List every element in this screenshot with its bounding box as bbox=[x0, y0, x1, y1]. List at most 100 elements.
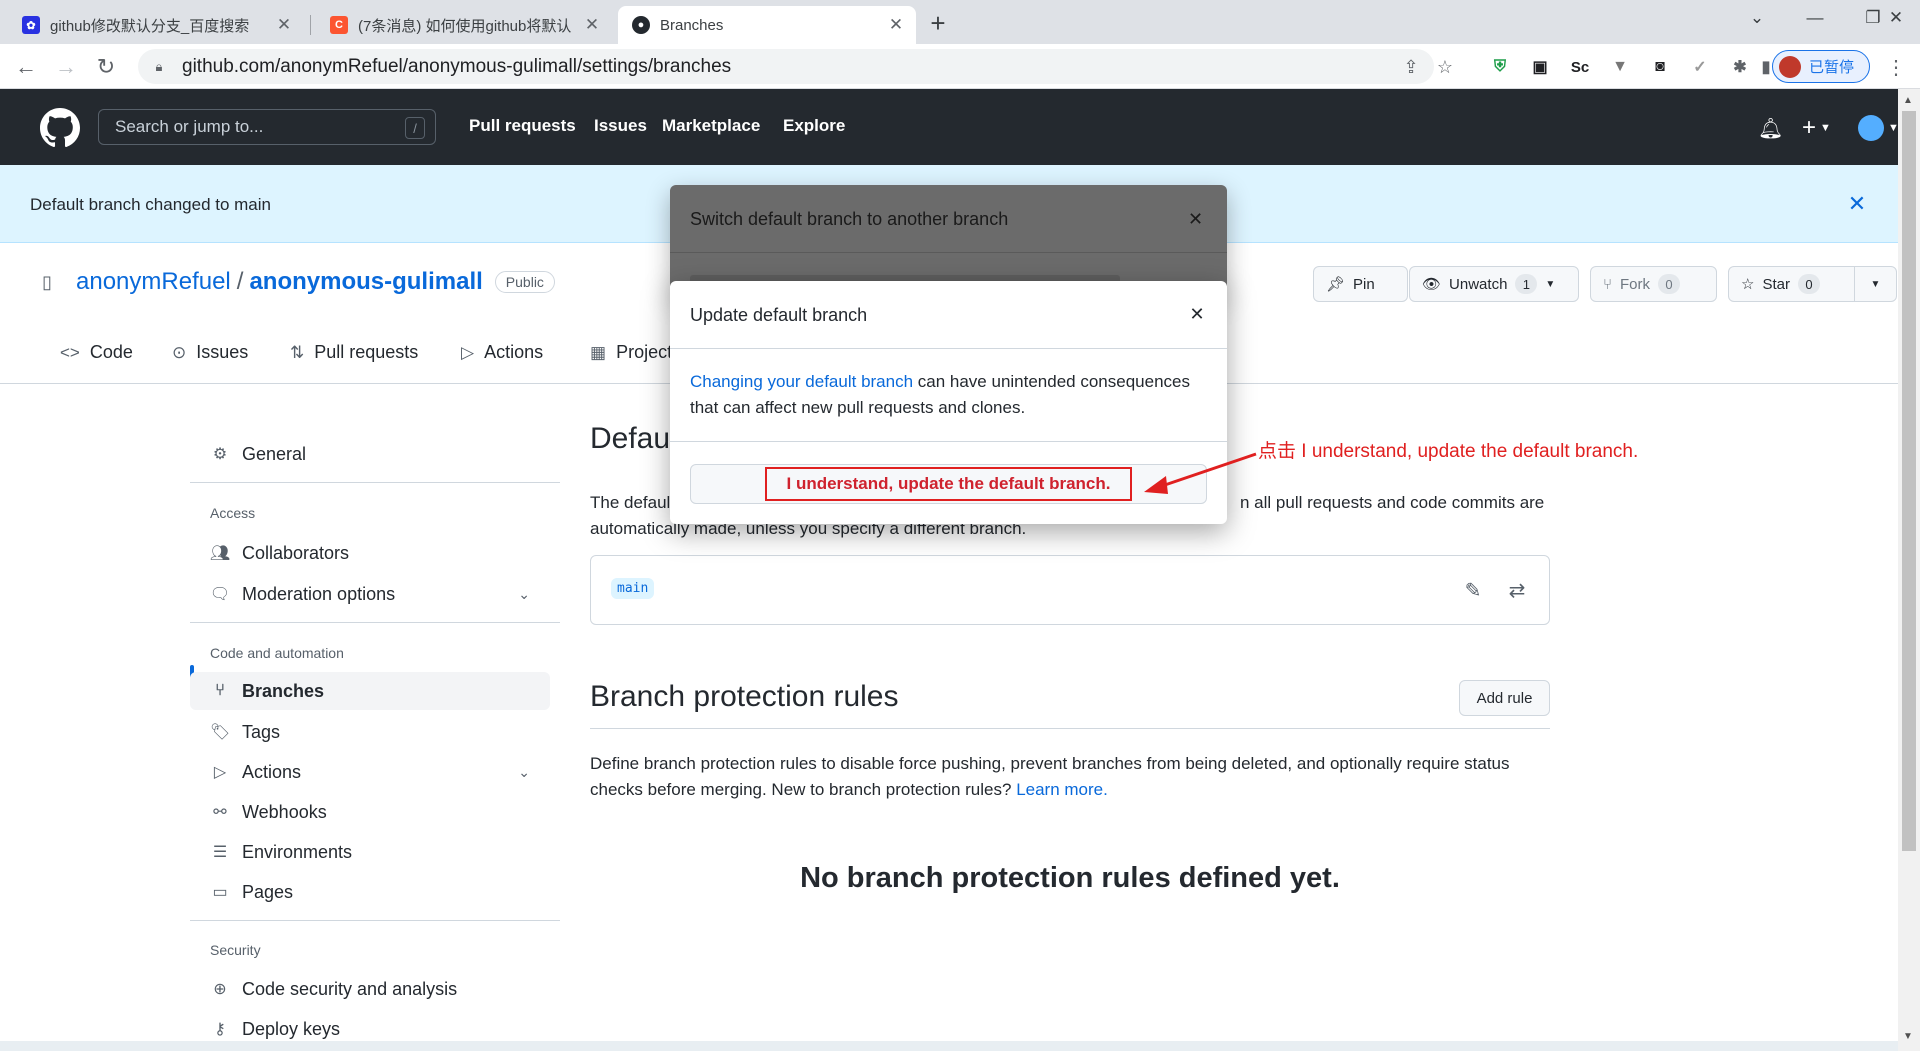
people-icon: 👥︎ bbox=[209, 545, 231, 562]
bookmark-star-icon[interactable]: ☆ bbox=[1434, 56, 1456, 78]
dialog-divider bbox=[670, 441, 1227, 442]
github-logo-icon[interactable] bbox=[40, 108, 80, 148]
notifications-bell-icon[interactable]: 🔔︎ bbox=[1758, 116, 1783, 140]
sc-extension-icon[interactable]: Sc bbox=[1568, 55, 1592, 79]
new-tab-icon[interactable]: + bbox=[924, 8, 952, 38]
git-branch-icon: ⑂ bbox=[215, 682, 225, 699]
learn-more-link[interactable]: Learn more. bbox=[1016, 780, 1108, 799]
repo-owner-link[interactable]: anonymRefuel bbox=[76, 268, 231, 296]
dialog-title: Switch default branch to another branch bbox=[690, 209, 1009, 229]
close-window-icon[interactable]: ✕ bbox=[1872, 0, 1920, 36]
shield-search-icon: ⊕ bbox=[213, 981, 227, 998]
unwatch-button[interactable]: 👁︎ Unwatch 1 ▼ bbox=[1409, 266, 1579, 302]
table-icon: ▦ bbox=[590, 342, 607, 362]
sidebar-heading-code: Code and automation bbox=[210, 645, 344, 661]
tab-label: Code bbox=[89, 342, 133, 362]
sidebar-item-actions[interactable]: ▷ Actions ⌄ bbox=[190, 753, 550, 791]
nav-pull-requests[interactable]: Pull requests bbox=[469, 116, 576, 136]
star-count: 0 bbox=[1797, 274, 1820, 294]
shield-extension-icon[interactable]: ⛨ bbox=[1488, 55, 1512, 79]
fork-button[interactable]: ⑂ Fork 0 bbox=[1590, 266, 1717, 302]
sidebar-item-general[interactable]: ⚙ General bbox=[190, 435, 550, 473]
browser-tab-csdn[interactable]: C (7条消息) 如何使用github将默认 ✕ bbox=[316, 6, 612, 44]
tab-title: (7条消息) 如何使用github将默认 bbox=[358, 17, 572, 35]
sidebar-item-moderation[interactable]: 🗨︎ Moderation options ⌄ bbox=[190, 575, 550, 613]
sidebar-item-label: Deploy keys bbox=[242, 1018, 341, 1039]
profile-button[interactable]: 已暂停 bbox=[1772, 50, 1870, 83]
add-rule-button[interactable]: Add rule bbox=[1459, 680, 1550, 716]
minimize-icon[interactable]: — bbox=[1786, 0, 1844, 36]
sidebar-item-tags[interactable]: 🏷︎ Tags bbox=[190, 713, 550, 751]
tab-code[interactable]: <> Code bbox=[60, 342, 133, 363]
horizontal-scrollbar[interactable] bbox=[0, 1041, 1898, 1051]
capture-extension-icon[interactable]: ◙ bbox=[1648, 55, 1672, 79]
search-placeholder: Search or jump to... bbox=[115, 117, 264, 136]
dismiss-flash-close-icon[interactable]: ✕ bbox=[1846, 191, 1868, 216]
browser-toolbar: ← → ↻ 🔒︎ github.com/anonymRefuel/anonymo… bbox=[0, 44, 1920, 89]
browser-tab-branches[interactable]: ● Branches ✕ bbox=[618, 6, 916, 44]
pin-button[interactable]: 📌︎ Pin bbox=[1313, 266, 1408, 302]
visibility-badge: Public bbox=[494, 271, 555, 293]
sidebar-item-webhooks[interactable]: ⚯ Webhooks bbox=[190, 793, 550, 831]
address-bar[interactable]: 🔒︎ github.com/anonymRefuel/anonymous-gul… bbox=[138, 49, 1453, 84]
dialog-title: Update default branch bbox=[690, 305, 868, 325]
sidebar-divider bbox=[190, 920, 560, 921]
sidebar-item-environments[interactable]: ☰ Environments bbox=[190, 833, 550, 871]
share-icon[interactable]: ⇪ bbox=[1400, 56, 1422, 78]
sidebar-item-code-security[interactable]: ⊕ Code security and analysis bbox=[190, 970, 550, 1008]
scrollbar-thumb[interactable] bbox=[1902, 111, 1916, 851]
sidebar-item-pages[interactable]: ▭ Pages bbox=[190, 873, 550, 911]
nav-marketplace[interactable]: Marketplace bbox=[662, 116, 760, 136]
sidebar-item-collaborators[interactable]: 👥︎ Collaborators bbox=[190, 534, 550, 572]
comment-icon: 🗨︎ bbox=[209, 586, 231, 603]
nav-explore[interactable]: Explore bbox=[783, 116, 845, 136]
nav-issues[interactable]: Issues bbox=[594, 116, 647, 136]
close-icon[interactable]: ✕ bbox=[1186, 303, 1208, 325]
changing-default-branch-link[interactable]: Changing your default branch bbox=[690, 372, 913, 391]
scroll-up-arrow-icon[interactable]: ▲ bbox=[1903, 95, 1913, 106]
eye-icon: 👁︎ bbox=[1422, 276, 1442, 293]
search-input[interactable]: Search or jump to... / bbox=[98, 109, 436, 145]
puzzle-extensions-icon[interactable]: ✱ bbox=[1728, 55, 1752, 79]
browser-tab-strip: ✿ github修改默认分支_百度搜索 ✕ C (7条消息) 如何使用githu… bbox=[0, 0, 1920, 44]
tab-issues[interactable]: ⊙ Issues bbox=[172, 342, 248, 363]
vertical-scrollbar[interactable]: ▲ ▼ bbox=[1898, 89, 1920, 1051]
pencil-edit-icon[interactable]: ✎ bbox=[1459, 576, 1487, 604]
browser-menu-icon[interactable]: ⋮ bbox=[1884, 55, 1908, 79]
profile-status: 已暂停 bbox=[1809, 59, 1855, 76]
user-avatar-menu[interactable]: ▼ bbox=[1858, 115, 1899, 141]
empty-state-message: No branch protection rules defined yet. bbox=[800, 862, 1340, 894]
star-button[interactable]: ☆ Star 0 bbox=[1728, 266, 1855, 302]
switch-arrows-icon[interactable]: ⇄ bbox=[1503, 576, 1531, 604]
close-tab-icon[interactable]: ✕ bbox=[582, 15, 602, 35]
browser-window-icon: ▭ bbox=[212, 884, 228, 901]
star-lists-dropdown[interactable]: ▼ bbox=[1854, 266, 1897, 302]
browser-tab-baidu[interactable]: ✿ github修改默认分支_百度搜索 ✕ bbox=[8, 6, 304, 44]
gear-icon: ⚙ bbox=[212, 446, 228, 463]
tab-projects[interactable]: ▦ Projects bbox=[590, 342, 681, 363]
close-icon[interactable]: ✕ bbox=[1188, 209, 1203, 230]
sidebar-item-label: Tags bbox=[242, 721, 281, 742]
close-tab-icon[interactable]: ✕ bbox=[886, 15, 906, 35]
tag-icon: 🏷︎ bbox=[209, 724, 231, 741]
default-branch-box: main ✎ ⇄ bbox=[590, 555, 1550, 625]
check-extension-icon[interactable]: ✓ bbox=[1688, 55, 1712, 79]
issue-circle-icon: ⊙ bbox=[172, 342, 187, 362]
tab-search-chevron-icon[interactable]: ⌄ bbox=[1728, 0, 1786, 36]
reload-icon[interactable]: ↻ bbox=[90, 51, 122, 83]
back-icon[interactable]: ← bbox=[10, 51, 42, 83]
tab-label: Issues bbox=[196, 342, 249, 362]
tab-actions[interactable]: ▷ Actions bbox=[461, 342, 543, 363]
tab-pull-requests[interactable]: ⇅ Pull requests bbox=[290, 342, 418, 363]
forward-icon[interactable]: → bbox=[50, 51, 82, 83]
repo-name-link[interactable]: anonymous-gulimall bbox=[249, 268, 482, 296]
close-tab-icon[interactable]: ✕ bbox=[274, 15, 294, 35]
scroll-down-arrow-icon[interactable]: ▼ bbox=[1903, 1031, 1913, 1042]
vue-extension-icon[interactable]: ▼ bbox=[1608, 55, 1632, 79]
sidebar-heading-access: Access bbox=[210, 505, 256, 521]
sidebar-item-branches[interactable]: ⑂ Branches bbox=[190, 672, 550, 710]
code-icon: <> bbox=[60, 342, 80, 362]
extension-badge-icon[interactable]: ▣ bbox=[1528, 55, 1552, 79]
create-new-plus-icon[interactable]: + ▼ bbox=[1802, 114, 1831, 141]
sidebar-item-label: Webhooks bbox=[242, 801, 327, 822]
